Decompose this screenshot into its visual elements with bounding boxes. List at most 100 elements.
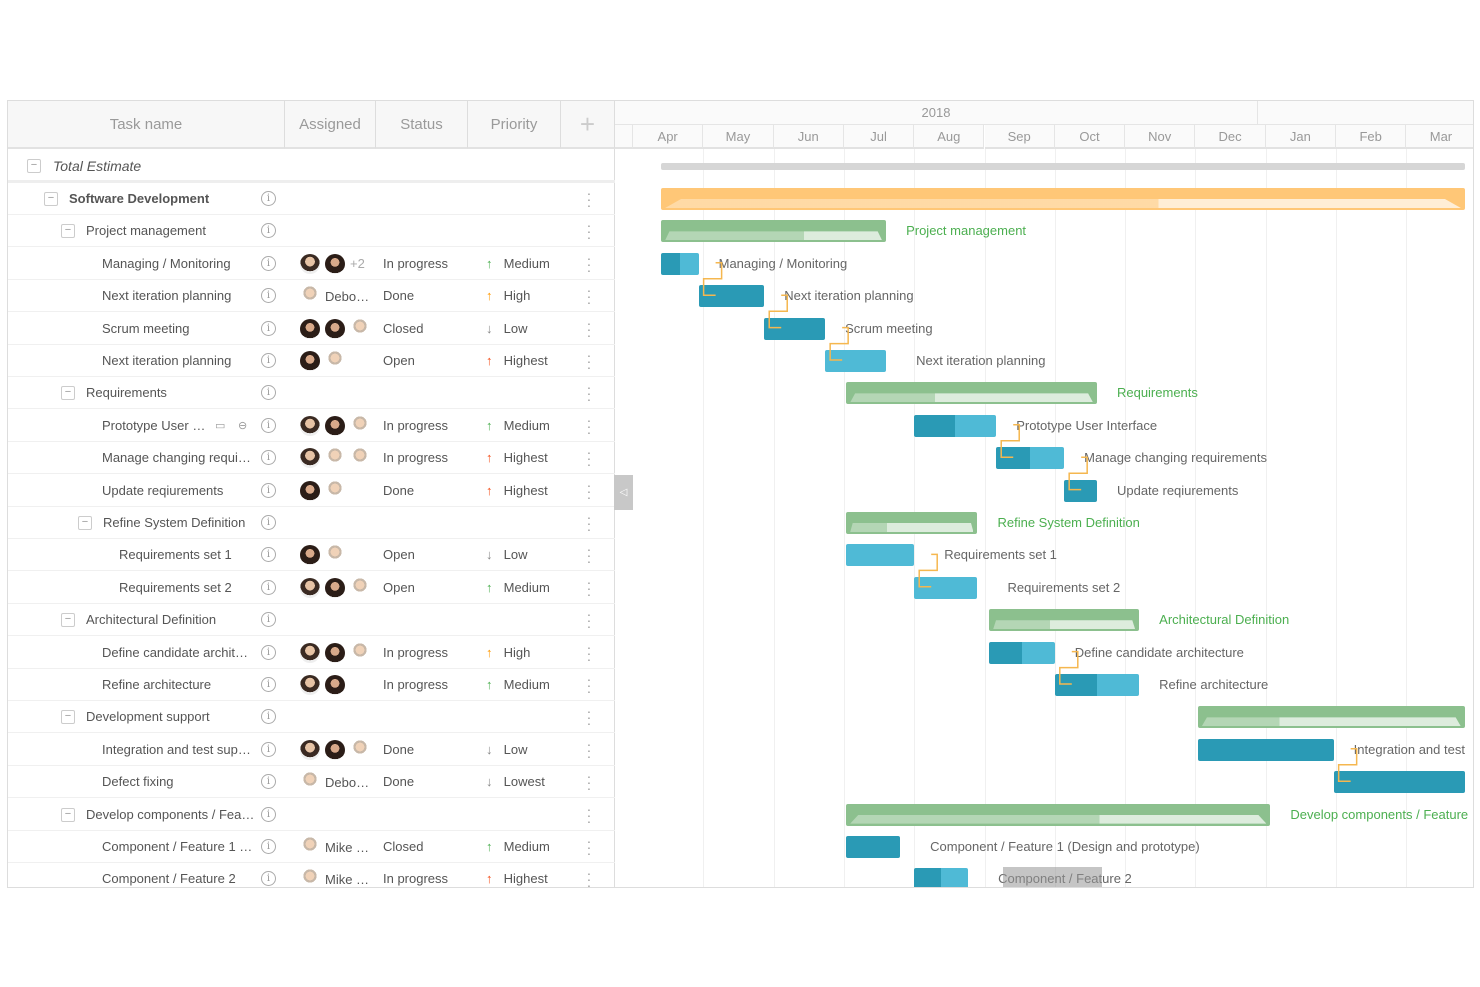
task-bar[interactable] (1054, 674, 1140, 696)
avatar[interactable] (300, 577, 320, 598)
task-row[interactable]: − Develop components / Fea… i · · · (8, 799, 615, 831)
link-icon[interactable]: ⊖ (238, 419, 247, 432)
more-menu-icon[interactable]: · · · (586, 316, 592, 342)
splitter-collapse-handle[interactable]: ◁ (614, 475, 633, 510)
avatar[interactable] (300, 286, 320, 307)
more-menu-icon[interactable]: · · · (586, 413, 592, 439)
task-bar[interactable] (914, 868, 969, 887)
task-bar[interactable] (996, 447, 1065, 470)
info-icon[interactable]: i (261, 644, 276, 660)
assignees[interactable] (300, 448, 370, 469)
avatar[interactable] (300, 675, 320, 695)
collapse-toggle[interactable]: − (61, 224, 75, 239)
task-row[interactable]: − Software Development i · · · (8, 183, 615, 215)
more-menu-icon[interactable]: · · · (586, 607, 592, 633)
info-icon[interactable]: i (261, 547, 276, 563)
task-row[interactable]: Requirements set 2 i · · · Open ↑ Medium (8, 572, 615, 604)
task-row[interactable]: Integration and test sup… i · · · Done ↓ Low (8, 734, 615, 766)
task-bar[interactable] (764, 317, 826, 340)
task-row[interactable]: Defect fixing i · · · Debo… Done ↓ Lowest (8, 766, 615, 799)
avatar[interactable] (325, 351, 345, 371)
avatar[interactable] (350, 415, 370, 436)
more-menu-icon[interactable]: · · · (586, 380, 592, 406)
collapse-toggle[interactable]: − (44, 192, 58, 206)
add-column-plus-icon[interactable]: + (561, 101, 615, 149)
avatar[interactable] (350, 642, 370, 663)
summary-bar[interactable] (661, 220, 887, 243)
info-icon[interactable]: i (261, 450, 276, 466)
more-menu-icon[interactable]: · · · (586, 834, 592, 860)
column-header-priority[interactable]: Priority (468, 101, 561, 149)
task-bar[interactable] (989, 641, 1055, 664)
task-row[interactable]: Next iteration planning i · · · Debo… Done ↑ … (8, 280, 615, 313)
collapse-toggle[interactable]: − (78, 516, 92, 530)
more-menu-icon[interactable]: · · · (586, 348, 592, 374)
assignees[interactable]: +2 (300, 253, 365, 274)
column-header-status[interactable]: Status (376, 101, 468, 149)
avatar[interactable] (325, 739, 345, 760)
info-icon[interactable]: i (261, 741, 276, 757)
avatar[interactable] (300, 351, 320, 371)
collapse-toggle[interactable]: − (61, 386, 75, 401)
avatar[interactable] (300, 253, 320, 274)
avatar[interactable] (325, 675, 345, 695)
task-row[interactable]: − Requirements i · · · (8, 377, 615, 410)
task-bar[interactable] (661, 252, 699, 275)
collapse-toggle[interactable]: − (61, 807, 75, 822)
info-icon[interactable]: i (261, 353, 276, 368)
task-row[interactable]: Requirements set 1 i · · · Open ↓ Low (8, 539, 615, 572)
task-row[interactable]: − Architectural Definition i · · · (8, 604, 615, 637)
task-bar[interactable] (914, 576, 978, 599)
more-menu-icon[interactable]: · · · (586, 251, 592, 277)
assignees[interactable] (300, 739, 370, 760)
avatar[interactable] (325, 253, 345, 274)
more-menu-icon[interactable]: · · · (586, 866, 592, 887)
task-bar[interactable] (1197, 738, 1334, 761)
avatar[interactable] (350, 739, 370, 760)
assignees[interactable] (300, 675, 345, 695)
assignees[interactable] (300, 318, 370, 339)
more-menu-icon[interactable]: · · · (586, 478, 592, 504)
task-row[interactable]: − Refine System Definition i · · · (8, 507, 615, 539)
avatar[interactable] (300, 318, 320, 339)
assignees[interactable]: Debo… (300, 772, 369, 793)
task-bar[interactable] (1064, 479, 1097, 502)
avatar[interactable] (325, 545, 345, 566)
avatar[interactable] (300, 448, 320, 469)
summary-bar[interactable] (846, 803, 1271, 826)
info-icon[interactable]: i (261, 385, 276, 401)
task-row[interactable]: Define candidate archit… i · · · In progres… (8, 637, 615, 669)
summary-bar[interactable] (846, 512, 978, 534)
more-menu-icon[interactable]: · · · (586, 186, 592, 212)
task-bar[interactable] (846, 836, 901, 858)
more-menu-icon[interactable]: · · · (586, 672, 592, 698)
avatar[interactable] (300, 837, 320, 857)
assignees[interactable] (300, 642, 370, 663)
more-menu-icon[interactable]: · · · (586, 575, 592, 601)
avatar[interactable] (350, 318, 370, 339)
assignees[interactable] (300, 480, 345, 501)
task-row[interactable]: Scrum meeting i · · · Closed ↓ Low (8, 313, 615, 345)
avatar[interactable] (300, 772, 320, 793)
more-menu-icon[interactable]: · · · (586, 640, 592, 666)
info-icon[interactable]: i (261, 871, 276, 887)
more-menu-icon[interactable]: · · · (586, 802, 592, 828)
task-row[interactable]: − Total Estimate (8, 150, 615, 183)
avatar[interactable] (350, 448, 370, 469)
info-icon[interactable]: i (261, 417, 276, 433)
info-icon[interactable]: i (261, 191, 276, 206)
task-row[interactable]: Manage changing requi… i · · · In progress ↑… (8, 442, 615, 475)
avatar[interactable] (325, 577, 345, 598)
avatar[interactable] (325, 642, 345, 663)
info-icon[interactable]: i (261, 579, 276, 595)
info-icon[interactable]: i (261, 806, 276, 822)
summary-bar[interactable] (661, 162, 1465, 170)
info-icon[interactable]: i (261, 612, 276, 628)
task-row[interactable]: Prototype User … i · · · ▭ ⊖ In progress ↑ Med… (8, 410, 615, 442)
task-bar[interactable] (698, 285, 765, 308)
info-icon[interactable]: i (261, 774, 276, 790)
collapse-toggle[interactable]: − (61, 710, 75, 725)
collapse-toggle[interactable]: − (61, 613, 75, 628)
task-row[interactable]: Next iteration planning i · · · Open ↑ Highe… (8, 345, 615, 377)
collapse-toggle[interactable]: − (27, 159, 41, 173)
